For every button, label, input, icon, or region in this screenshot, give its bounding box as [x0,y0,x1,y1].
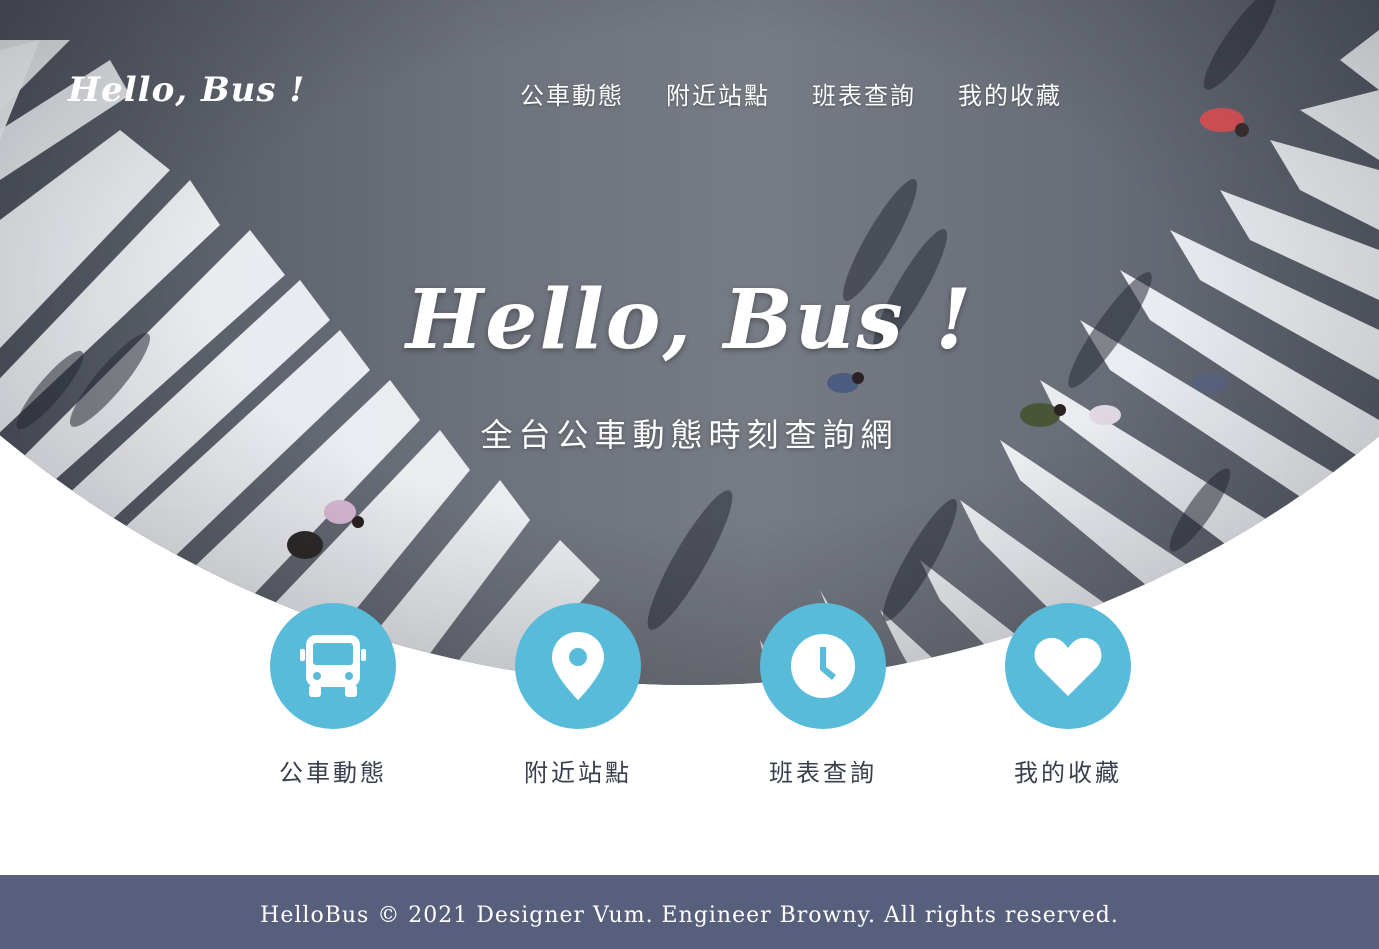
nav-item-favorites[interactable]: 我的收藏 [958,76,1062,111]
nav-item-timetable[interactable]: 班表查詢 [812,76,916,111]
feature-label: 公車動態 [279,759,387,787]
feature-nearby-stops[interactable]: 附近站點 [515,603,641,788]
feature-buttons: 公車動態 附近站點 班表查詢 我的收藏 [270,603,1131,793]
nav-item-bus-status[interactable]: 公車動態 [520,76,624,111]
feature-label: 附近站點 [524,759,632,787]
site-footer: HelloBus © 2021 Designer Vum. Engineer B… [0,875,1379,949]
feature-timetable[interactable]: 班表查詢 [760,603,886,788]
logo[interactable]: Hello, Bus ! [68,70,305,110]
feature-circle[interactable] [1005,603,1131,729]
footer-copyright: HelloBus © 2021 Designer Vum. Engineer B… [260,903,1119,928]
nav-item-nearby-stops[interactable]: 附近站點 [666,76,770,111]
clock-icon [791,634,855,698]
main-nav: 公車動態 附近站點 班表查詢 我的收藏 [520,76,1062,111]
feature-circle[interactable] [760,603,886,729]
feature-circle[interactable] [515,603,641,729]
hero-subtitle: 全台公車動態時刻查詢網 [480,416,899,454]
feature-label: 班表查詢 [769,759,877,787]
feature-label: 我的收藏 [1014,759,1122,787]
feature-favorites[interactable]: 我的收藏 [1005,603,1131,788]
site-header: Hello, Bus ! 公車動態 附近站點 班表查詢 我的收藏 [0,0,1379,190]
map-pin-icon [552,632,604,700]
hero-title: Hello, Bus ! [405,272,974,368]
feature-bus-status[interactable]: 公車動態 [270,603,396,788]
heart-icon [1034,637,1102,696]
feature-circle[interactable] [270,603,396,729]
bus-icon [300,635,366,697]
